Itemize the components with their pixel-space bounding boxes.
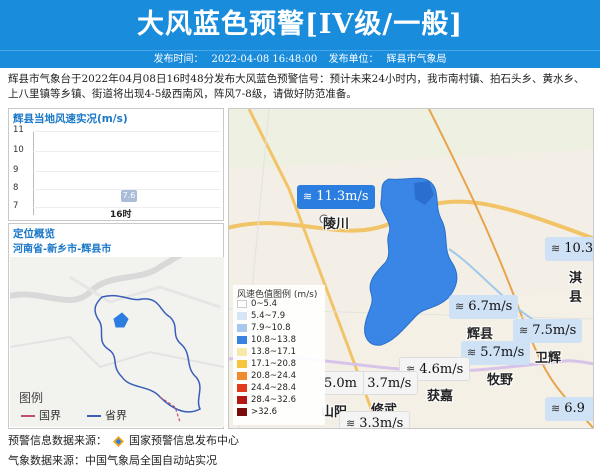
wind-tag-huixian[interactable]: ≋ 6.7m/s bbox=[449, 295, 519, 319]
legend-swatch bbox=[237, 395, 247, 404]
legend-label: 10.8~13.8 bbox=[251, 335, 296, 345]
wind-panel-title: 辉县当地风速实况(m/s) bbox=[13, 113, 128, 125]
location-panel-title: 定位概览 bbox=[13, 228, 55, 240]
wind-tag-value: 11.3m/s bbox=[316, 189, 369, 204]
legend-swatch bbox=[237, 359, 247, 368]
wind-tag-jiaozuo[interactable]: 5.0m bbox=[319, 371, 365, 395]
wind-tag-value: 5.7m/s bbox=[480, 345, 525, 360]
legend-item: 24.4~28.4 bbox=[237, 383, 296, 394]
legend-label: 28.4~32.6 bbox=[251, 395, 296, 405]
warning-center-logo-icon bbox=[112, 435, 124, 447]
wind-icon: ≋ bbox=[455, 300, 465, 313]
legend-item: 13.8~17.1 bbox=[237, 347, 296, 358]
publish-time-label: 发布时间： bbox=[153, 54, 204, 65]
wind-tag-value: 10.3 bbox=[564, 241, 594, 256]
page-title: 大风蓝色预警[IV级/一般] bbox=[137, 9, 463, 40]
wind-tag-value: 4.6m/s bbox=[419, 362, 464, 377]
y-tick: 7 bbox=[13, 201, 19, 211]
legend-swatch bbox=[237, 383, 247, 392]
y-tick: 11 bbox=[13, 125, 24, 135]
wind-tag-value: 6.9 bbox=[564, 401, 585, 416]
national-border-swatch bbox=[21, 415, 35, 417]
warning-source-line: 预警信息数据来源： 国家预警信息发布中心 bbox=[8, 432, 239, 448]
legend-label: 24.4~28.4 bbox=[251, 383, 296, 393]
legend-label: 7.9~10.8 bbox=[251, 323, 291, 333]
legend-national-border: 国界 bbox=[21, 407, 61, 423]
y-tick: 9 bbox=[13, 165, 19, 175]
legend-label: 13.8~17.1 bbox=[251, 347, 296, 357]
legend-swatch bbox=[237, 407, 247, 416]
legend-swatch bbox=[237, 335, 247, 344]
wind-tag-lingchuan[interactable]: ≋ 11.3m/s bbox=[297, 185, 375, 209]
city-qixian: 淇县 bbox=[569, 271, 583, 305]
publish-info-bar: 发布时间： 2022-04-08 16:48:00 发布单位： 辉县市气象局 bbox=[0, 50, 600, 68]
legend-item: 10.8~13.8 bbox=[237, 335, 296, 346]
wind-icon: ≋ bbox=[303, 190, 313, 203]
wind-x-label: 16时 bbox=[110, 210, 132, 220]
wind-tag-weihui[interactable]: ≋ 7.5m/s bbox=[513, 319, 583, 343]
wind-tag-yanjin[interactable]: ≋ 6.9 bbox=[545, 397, 593, 421]
y-axis bbox=[33, 131, 34, 215]
warning-source-label: 预警信息数据来源： bbox=[8, 434, 107, 447]
warning-source-name[interactable]: 国家预警信息发布中心 bbox=[129, 434, 239, 447]
legend-item: 5.4~7.9 bbox=[237, 311, 285, 322]
legend-item: 7.9~10.8 bbox=[237, 323, 291, 334]
warning-description: 辉县市气象台于2022年04月08日16时48分发布大风蓝色预警信号：预计未来2… bbox=[8, 73, 585, 100]
location-region: 河南省-新乡市-辉县市 bbox=[13, 244, 112, 255]
header-bar: 大风蓝色预警[IV级/一般] bbox=[0, 0, 600, 50]
wind-tag-wuzhi[interactable]: ≋ 3.3m/s bbox=[339, 411, 411, 429]
legend-label: 国界 bbox=[39, 409, 61, 422]
city-lingchuan: 陵川 bbox=[323, 217, 350, 232]
legend-item: 20.8~24.4 bbox=[237, 371, 296, 382]
legend-label: 17.1~20.8 bbox=[251, 359, 296, 369]
weather-source-line: 气象数据来源：中国气象局全国自动站实况 bbox=[8, 454, 217, 467]
wind-icon: ≋ bbox=[346, 417, 356, 429]
publisher-label: 发布单位： bbox=[328, 54, 379, 65]
legend-item: >32.6 bbox=[237, 407, 277, 418]
grid-line bbox=[33, 131, 221, 132]
legend-swatch bbox=[237, 311, 247, 320]
legend-swatch bbox=[237, 347, 247, 356]
legend-swatch bbox=[237, 299, 247, 308]
legend-item: 0~5.4 bbox=[237, 299, 277, 310]
wind-tag-value: 5.0m bbox=[324, 376, 358, 391]
wind-tag-value: 3.7m/s bbox=[367, 376, 412, 391]
legend-item: 17.1~20.8 bbox=[237, 359, 296, 370]
grid-line bbox=[33, 171, 221, 172]
wind-tag-value: 3.3m/s bbox=[359, 416, 404, 429]
wind-tag-qixian[interactable]: ≋ 10.3 bbox=[545, 237, 594, 261]
wind-tag-value: 7.5m/s bbox=[532, 323, 577, 338]
city-muye: 牧野 bbox=[487, 373, 514, 388]
city-weihui: 卫辉 bbox=[535, 351, 562, 366]
wind-tag-value: 6.7m/s bbox=[468, 299, 513, 314]
publisher: 辉县市气象局 bbox=[386, 54, 447, 65]
location-overview-panel: 定位概览 河南省-新乡市-辉县市 图例 国界 省界 bbox=[8, 223, 224, 429]
legend-label: >32.6 bbox=[251, 407, 278, 417]
city-huojia: 获嘉 bbox=[427, 389, 454, 404]
legend-label: 省界 bbox=[105, 409, 127, 422]
wind-tag-xinxiang[interactable]: ≋ 5.7m/s bbox=[461, 341, 531, 365]
grid-line bbox=[33, 151, 221, 152]
legend-label: 20.8~24.4 bbox=[251, 371, 296, 381]
wind-icon: ≋ bbox=[551, 402, 561, 415]
legend-label: 5.4~7.9 bbox=[251, 311, 286, 321]
y-tick: 10 bbox=[13, 145, 24, 155]
publish-time: 2022-04-08 16:48:00 bbox=[211, 54, 318, 65]
location-legend-title: 图例 bbox=[19, 391, 44, 405]
wind-icon: ≋ bbox=[519, 324, 529, 337]
y-tick: 8 bbox=[13, 183, 19, 193]
wind-bar-label: 7.6 bbox=[122, 190, 136, 200]
province-border-swatch bbox=[87, 415, 101, 417]
legend-item: 28.4~32.6 bbox=[237, 395, 296, 406]
legend-swatch bbox=[237, 371, 247, 380]
wind-speed-panel: 辉县当地风速实况(m/s) 11 10 9 8 7 7.6 bbox=[8, 108, 224, 221]
wind-icon: ≋ bbox=[551, 242, 561, 255]
legend-province-border: 省界 bbox=[87, 407, 127, 423]
legend-label: 0~5.4 bbox=[251, 299, 278, 309]
city-huixian: 辉县 bbox=[467, 327, 494, 342]
wind-color-legend: 风速色值图例 (m/s) 0~5.4 5.4~7.9 7.9~10.8 10.8… bbox=[233, 285, 325, 425]
legend-swatch bbox=[237, 323, 247, 332]
wind-map[interactable]: 陵川 淇县 辉县 卫辉 牧野 获嘉 修武 山阳 ≋11.3m/s ≋10.3 ≋… bbox=[228, 108, 594, 429]
